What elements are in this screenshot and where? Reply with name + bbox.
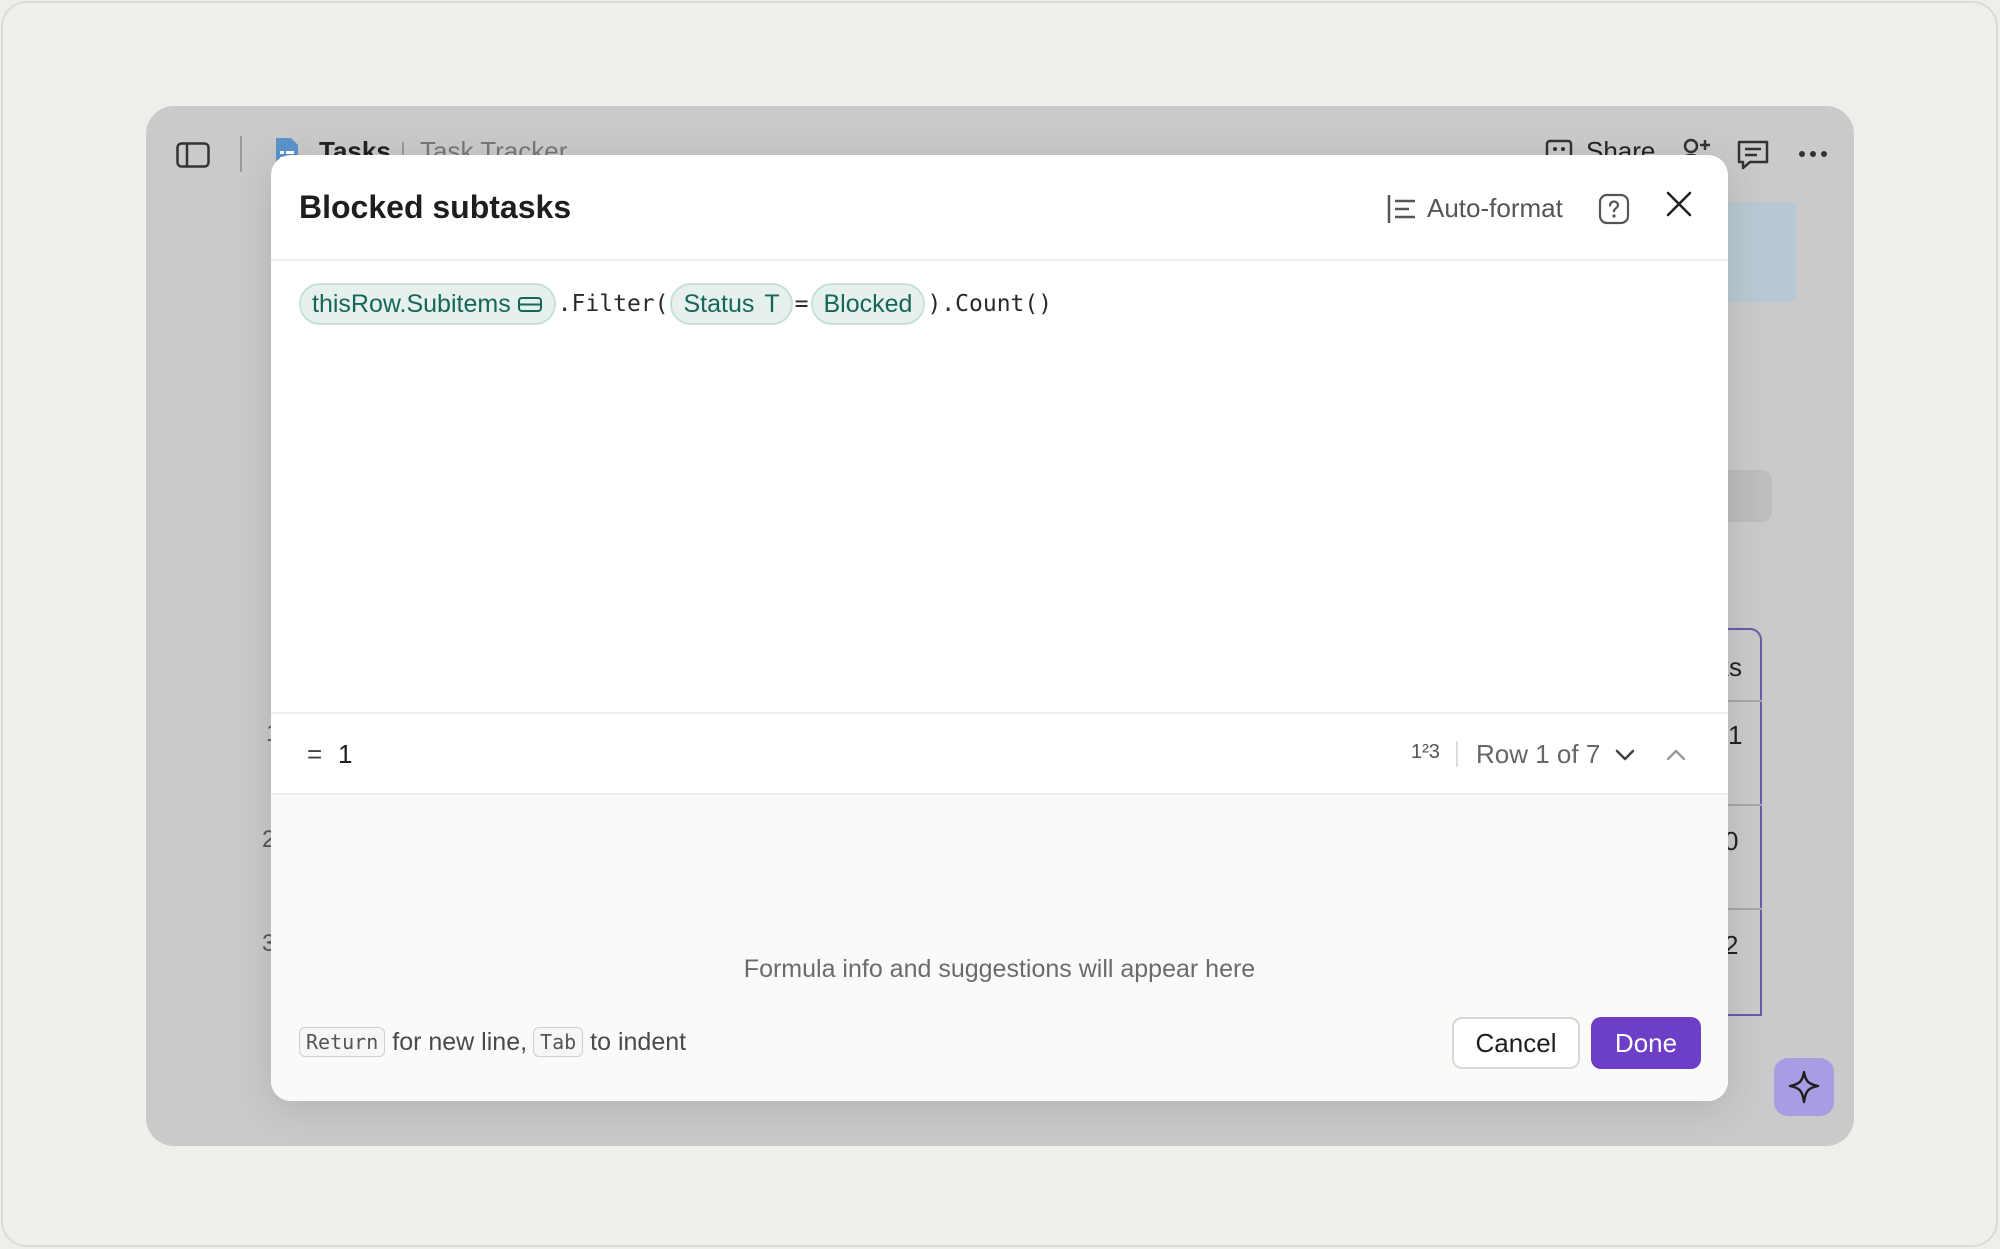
help-icon[interactable] (1598, 193, 1630, 225)
close-icon[interactable] (1664, 189, 1694, 219)
auto-format-icon (1387, 195, 1415, 223)
done-button[interactable]: Done (1591, 1017, 1701, 1069)
chip-label: Status (683, 289, 755, 318)
cancel-button[interactable]: Cancel (1452, 1017, 1580, 1069)
result-preview-bar: = 1 1²3 Row 1 of 7 (271, 715, 1728, 795)
toolbar-divider (240, 136, 242, 172)
column-reference-chip[interactable]: thisRow.Subitems (299, 283, 556, 325)
dialog-footer: Return for new line, Tab to indent Cance… (271, 995, 1728, 1101)
column-reference-chip[interactable]: Status T (670, 283, 793, 325)
keyboard-hint: Return for new line, Tab to indent (299, 1027, 686, 1057)
tab-key: Tab (533, 1027, 584, 1057)
chip-label: Blocked (823, 289, 913, 318)
formula-input[interactable]: thisRow.Subitems .Filter( Status T = Blo… (271, 261, 1728, 714)
lookup-icon (517, 294, 543, 314)
formula-code: .Filter( (557, 291, 669, 317)
row-indicator: Row 1 of 7 (1476, 739, 1601, 769)
hint-text: for new line, (392, 1027, 528, 1056)
chevron-down-icon[interactable] (1613, 747, 1637, 763)
result-divider (1456, 741, 1458, 767)
background-cell: 1 (1728, 720, 1743, 750)
auto-format-button[interactable]: Auto-format (1427, 193, 1563, 224)
sidebar-toggle-icon[interactable] (176, 142, 210, 168)
formula-line: thisRow.Subitems .Filter( Status T = Blo… (299, 283, 1054, 325)
dialog-header: Blocked subtasks Auto-format (271, 155, 1728, 261)
return-key: Return (299, 1027, 386, 1057)
formula-code: ).Count() (927, 291, 1053, 317)
ai-assistant-button[interactable] (1774, 1058, 1834, 1116)
comment-icon[interactable] (1736, 138, 1770, 172)
formula-editor-dialog: Blocked subtasks Auto-format thisRow.Sub… (271, 155, 1728, 1101)
sparkle-icon (1788, 1070, 1820, 1104)
result-equals: = (307, 739, 323, 769)
chevron-up-icon[interactable] (1664, 747, 1688, 763)
hint-text: to indent (590, 1027, 687, 1056)
info-placeholder-text: Formula info and suggestions will appear… (743, 955, 1256, 983)
more-options-icon[interactable] (1798, 148, 1828, 160)
text-type-icon: T (764, 289, 780, 318)
number-type-icon: 1²3 (1411, 741, 1440, 763)
dialog-title: Blocked subtasks (299, 189, 572, 225)
result-value: 1 (338, 739, 353, 769)
formula-code: = (794, 291, 809, 317)
chip-label: thisRow.Subitems (312, 289, 511, 318)
value-chip[interactable]: Blocked (810, 283, 926, 325)
